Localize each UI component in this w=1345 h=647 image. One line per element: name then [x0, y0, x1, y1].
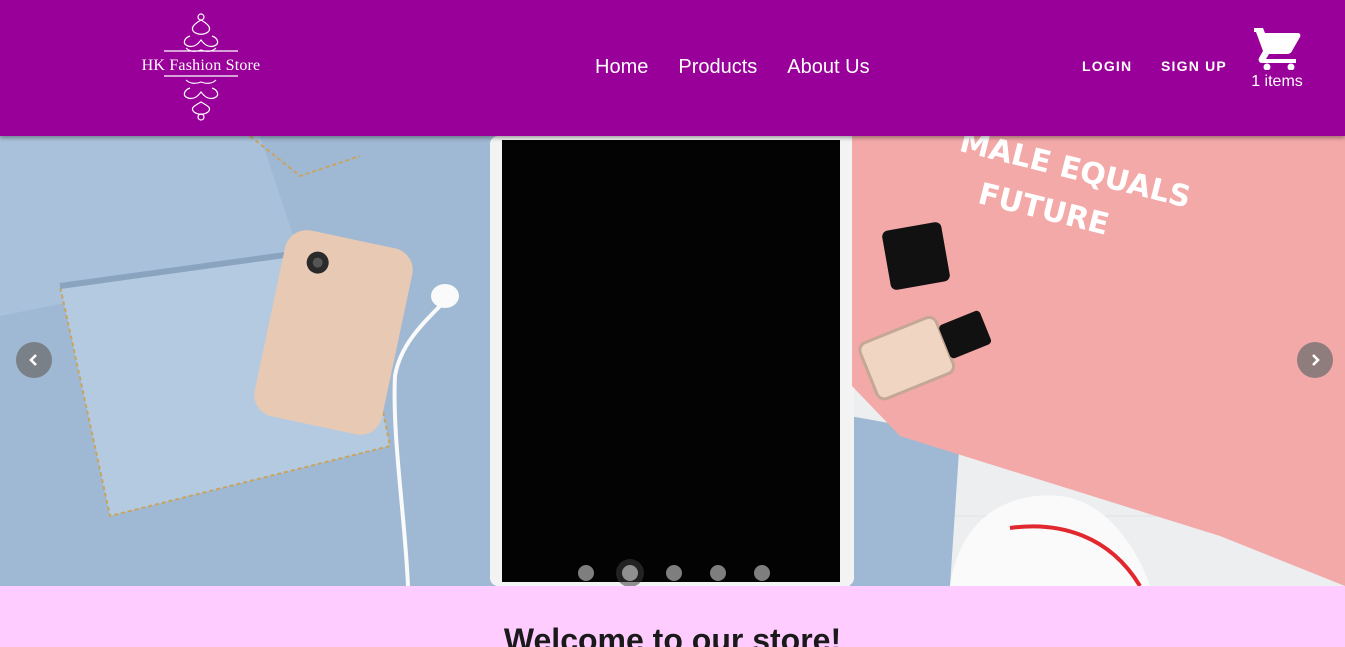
chevron-left-icon — [29, 354, 37, 366]
site-header: HK Fashion Store Home Products About Us … — [0, 0, 1345, 136]
cart-count: 1 items — [1251, 73, 1303, 90]
cart-button[interactable]: 1 items — [1244, 22, 1310, 96]
carousel-dot-4[interactable] — [710, 565, 726, 581]
carousel-indicators — [0, 559, 1345, 586]
carousel-dot-5[interactable] — [754, 565, 770, 581]
nav-products[interactable]: Products — [663, 52, 772, 82]
hero-carousel: MALE EQUALS FUTURE — [0, 136, 1345, 586]
chevron-right-icon — [1312, 354, 1320, 366]
brand-name: HK Fashion Store — [141, 57, 261, 74]
carousel-next-button[interactable] — [1297, 342, 1333, 378]
welcome-title: Welcome to our store! — [503, 622, 842, 647]
carousel-slide-image: MALE EQUALS FUTURE — [0, 136, 1345, 586]
brand-logo[interactable]: HK Fashion Store — [124, 10, 278, 122]
carousel-dot-2[interactable] — [616, 559, 644, 586]
main-nav: Home Products About Us — [580, 52, 885, 82]
nav-home[interactable]: Home — [580, 52, 663, 82]
carousel-prev-button[interactable] — [16, 342, 52, 378]
shopping-cart-icon — [1254, 28, 1301, 71]
carousel-dot-1[interactable] — [578, 565, 594, 581]
welcome-section: Welcome to our store! — [0, 586, 1345, 647]
nav-about-us[interactable]: About Us — [772, 52, 884, 82]
carousel-dot-3[interactable] — [666, 565, 682, 581]
signup-link[interactable]: SIGN UP — [1161, 56, 1227, 76]
login-link[interactable]: LOGIN — [1082, 56, 1132, 76]
